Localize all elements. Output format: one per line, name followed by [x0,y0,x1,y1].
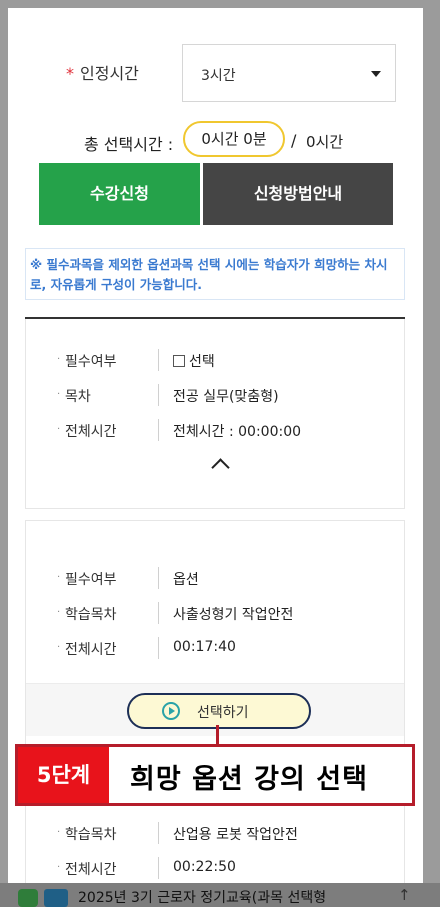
cert-time-label: * 인정시간 [66,60,139,84]
cert-time-row: * 인정시간 3시간 [8,44,423,104]
total-time-slash: / [291,131,297,150]
info-row: · 전체시간 00:22:50 [26,855,406,883]
cert-time-select[interactable]: 3시간 [182,44,396,102]
info-key: 필수여부 [65,354,117,370]
total-time-label: 총 선택시간 : [84,135,174,154]
scroll-up-icon[interactable]: ↑ [398,886,411,904]
info-row: · 학습목차 사출성형기 작업안전 [26,600,406,628]
bullet-dot: · [57,607,61,618]
row-separator [158,349,159,371]
row-separator [158,822,159,844]
step-callout-banner: 5단계 희망 옵션 강의 선택 [15,744,415,806]
info-value: 전공 실무(맞춤형) [173,389,279,405]
option-notice: ※ 필수과목을 제외한 옵션과목 선택 시에는 학습자가 희망하는 차시로, 자… [25,248,405,300]
bullet-dot: · [57,862,61,873]
total-selected-time: 0시간 0분 [183,121,285,157]
info-key: 전체시간 [65,642,117,658]
cert-time-select-value: 3시간 [201,68,236,84]
info-value: 사출성형기 작업안전 [173,607,294,623]
chevron-up-icon[interactable] [211,458,230,477]
select-band: 선택하기 [26,683,404,736]
step-number: 5단계 [18,747,109,803]
bullet-dot: · [57,827,61,838]
course-card-option: · 필수여부 옵션 · 학습목차 사출성형기 작업안전 · 전체시간 00:17… [25,520,405,745]
row-separator [158,567,159,589]
info-key: 전체시간 [65,424,117,440]
info-key: 전체시간 [65,862,117,878]
cert-time-label-text: 인정시간 [80,64,139,83]
info-row: · 목차 전공 실무(맞춤형) [26,382,406,410]
bullet-dot: · [57,424,61,435]
row-separator [158,637,159,659]
bullet-dot: · [57,389,61,400]
checkbox-icon[interactable] [173,355,185,367]
info-row: · 필수여부 선택 [26,347,406,375]
play-icon [162,702,180,720]
total-max-time: 0시간 [306,133,344,151]
info-row: · 학습목차 산업용 로봇 작업안전 [26,820,406,848]
app-icon [18,889,38,907]
select-course-label: 선택하기 [197,705,249,721]
info-row: · 필수여부 옵션 [26,565,406,593]
info-row: · 전체시간 전체시간 : 00:00:00 [26,417,406,445]
info-row: · 전체시간 00:17:40 [26,635,406,663]
checkbox-label: 선택 [189,354,215,370]
bottom-bar-title: 2025년 3기 근로자 정기교육(과목 선택형 [78,890,327,906]
app-icon [44,889,68,907]
info-value: 산업용 로봇 작업안전 [173,827,298,843]
guide-button[interactable]: 신청방법안내 [203,163,393,225]
row-separator [158,419,159,441]
step-title: 희망 옵션 강의 선택 [130,764,368,795]
required-mark: * [66,64,74,83]
info-key: 학습목차 [65,607,117,623]
row-separator [158,384,159,406]
row-separator [158,857,159,879]
info-value: 전체시간 : 00:00:00 [173,424,302,440]
apply-button[interactable]: 수강신청 [39,163,200,225]
select-course-button[interactable]: 선택하기 [127,693,311,729]
bullet-dot: · [57,642,61,653]
info-key: 학습목차 [65,827,117,843]
course-card-required: · 필수여부 선택 · 목차 전공 실무(맞춤형) · 전체시간 전체시간 : … [25,319,405,509]
bullet-dot: · [57,572,61,583]
info-key: 목차 [65,389,91,405]
info-value: 00:22:50 [173,859,236,875]
bullet-dot: · [57,354,61,365]
required-checkbox-field[interactable]: 선택 [173,351,215,371]
bottom-taskbar: 2025년 3기 근로자 정기교육(과목 선택형 ↑ [0,883,440,907]
row-separator [158,602,159,624]
total-selected-time-row: 총 선택시간 : 0시간 0분 / 0시간 [8,120,423,160]
info-value: 옵션 [173,572,199,588]
caret-down-icon [371,71,381,77]
info-value: 00:17:40 [173,639,236,655]
info-key: 필수여부 [65,572,117,588]
